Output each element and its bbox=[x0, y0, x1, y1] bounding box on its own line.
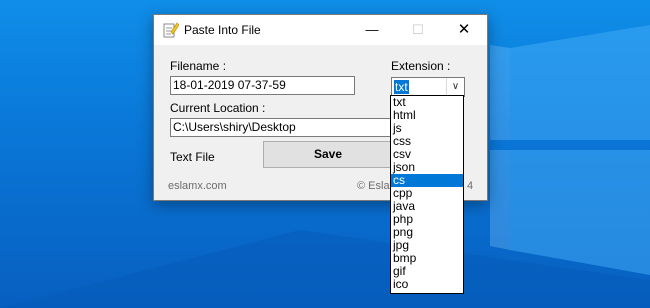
maximize-button[interactable]: ☐ bbox=[395, 15, 441, 45]
filename-field[interactable]: 18-01-2019 07-37-59 bbox=[170, 76, 355, 95]
extension-selected-value: txt bbox=[394, 80, 409, 94]
window-title: Paste Into File bbox=[184, 23, 261, 37]
copyright-text: © Esla bbox=[357, 180, 390, 192]
location-field[interactable]: C:\Users\shiry\Desktop bbox=[170, 118, 400, 137]
website-link[interactable]: eslamx.com bbox=[168, 180, 227, 192]
minimize-button[interactable]: — bbox=[349, 15, 395, 45]
chevron-down-icon[interactable]: ∨ bbox=[446, 78, 464, 96]
close-button[interactable]: ✕ bbox=[441, 15, 487, 45]
current-location-label: Current Location : bbox=[170, 101, 266, 115]
dropdown-option[interactable]: ico bbox=[391, 278, 463, 291]
filename-label: Filename : bbox=[170, 59, 227, 73]
copyright-year-tail: 4 bbox=[467, 180, 474, 192]
file-type-text: Text File bbox=[170, 150, 215, 164]
notepad-paste-icon bbox=[163, 22, 179, 38]
save-button[interactable]: Save bbox=[263, 141, 393, 168]
extension-label: Extension : bbox=[391, 59, 451, 73]
extension-combobox[interactable]: txt ∨ bbox=[391, 77, 465, 97]
extension-dropdown-list[interactable]: txt html js css csv json cs cpp java php png jpg bmp… bbox=[390, 95, 464, 294]
title-bar[interactable]: Paste Into File — ☐ ✕ bbox=[154, 15, 487, 45]
